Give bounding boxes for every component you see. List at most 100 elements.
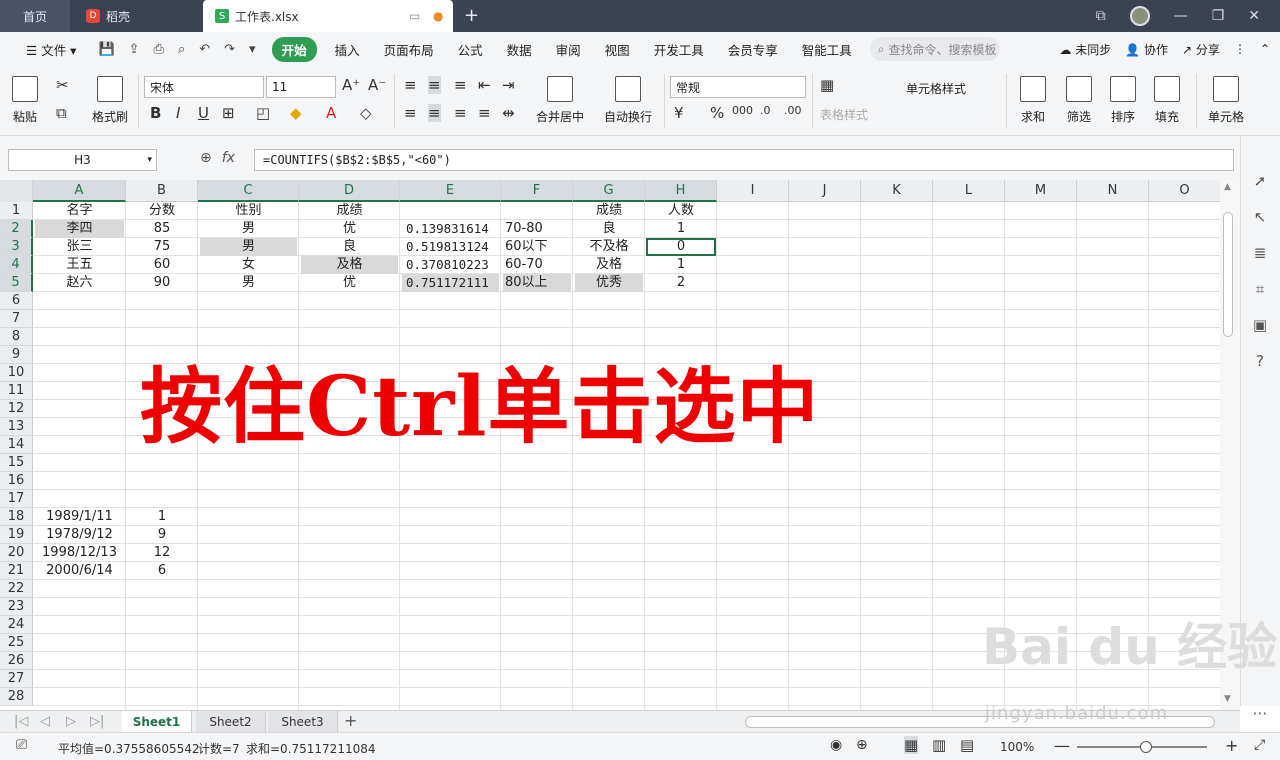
cell-E2[interactable]: 0.139831614 bbox=[402, 220, 499, 238]
row-header-12[interactable]: 12 bbox=[0, 400, 33, 418]
zoom-out-icon[interactable]: — bbox=[1054, 736, 1070, 755]
column-header-L[interactable]: L bbox=[933, 180, 1005, 202]
layout-icon[interactable]: ⊕ bbox=[856, 737, 868, 753]
italic-icon[interactable]: I bbox=[176, 104, 180, 122]
cell-B20[interactable]: 12 bbox=[128, 544, 196, 562]
row-header-9[interactable]: 9 bbox=[0, 346, 33, 364]
sync-button[interactable]: ☁ 未同步 bbox=[1059, 41, 1111, 58]
cell-B18[interactable]: 1 bbox=[128, 508, 196, 526]
increase-decimal-icon[interactable]: .0 bbox=[760, 104, 771, 117]
menu-review[interactable]: 审阅 bbox=[544, 40, 593, 59]
cell-C1[interactable]: 性别 bbox=[200, 202, 297, 220]
more-options-icon[interactable]: ⋮ bbox=[1234, 42, 1246, 56]
align-middle-icon[interactable]: ≡ bbox=[428, 76, 441, 94]
sheet-tab-1[interactable]: Sheet1 bbox=[122, 711, 192, 733]
thousands-icon[interactable]: 000 bbox=[732, 104, 753, 117]
formula-input[interactable]: =COUNTIFS($B$2:$B$5,"<60") bbox=[254, 149, 1234, 171]
sum-button[interactable]: 求和 bbox=[1020, 76, 1046, 125]
cell-B4[interactable]: 60 bbox=[128, 256, 196, 274]
preview-icon[interactable]: ⌕ bbox=[178, 42, 185, 57]
eye-icon[interactable]: ◉ bbox=[830, 737, 842, 753]
copy-icon[interactable]: ⧉ bbox=[56, 104, 67, 122]
font-color-icon[interactable]: A bbox=[326, 104, 336, 122]
row-header-10[interactable]: 10 bbox=[0, 364, 33, 382]
cell-D3[interactable]: 良 bbox=[301, 238, 398, 256]
sort-button[interactable]: 排序 bbox=[1110, 76, 1136, 125]
close-icon[interactable]: ✕ bbox=[1248, 8, 1260, 24]
row-header-23[interactable]: 23 bbox=[0, 598, 33, 616]
column-header-M[interactable]: M bbox=[1005, 180, 1077, 202]
clear-icon[interactable]: ◇ bbox=[360, 104, 372, 122]
sheet-tab-2[interactable]: Sheet2 bbox=[196, 711, 266, 733]
grow-font-icon[interactable]: A⁺ bbox=[342, 76, 360, 94]
menu-insert[interactable]: 插入 bbox=[323, 40, 372, 59]
row-header-4[interactable]: 4 bbox=[0, 256, 33, 274]
fill-color-icon[interactable]: ◆ bbox=[290, 104, 302, 122]
fx-icon[interactable]: fx bbox=[222, 150, 235, 166]
print-icon[interactable]: ⎙ bbox=[154, 42, 164, 57]
collab-button[interactable]: 👤 协作 bbox=[1125, 41, 1168, 58]
cell-G5[interactable]: 优秀 bbox=[575, 274, 643, 292]
settings-sliders-icon[interactable]: ≣ bbox=[1251, 244, 1269, 262]
cell-B1[interactable]: 分数 bbox=[128, 202, 196, 220]
row-header-11[interactable]: 11 bbox=[0, 382, 33, 400]
column-header-G[interactable]: G bbox=[573, 180, 645, 202]
cell-style-button[interactable]: 单元格样式 bbox=[906, 80, 966, 97]
row-header-3[interactable]: 3 bbox=[0, 238, 33, 256]
fill-button[interactable]: 填充 bbox=[1154, 76, 1180, 125]
fullscreen-icon[interactable]: ⤢ bbox=[1254, 737, 1265, 753]
file-menu[interactable]: ☰ 文件 ▾ bbox=[14, 40, 88, 59]
cut-icon[interactable]: ✂ bbox=[56, 76, 69, 94]
row-header-1[interactable]: 1 bbox=[0, 202, 33, 220]
scroll-down-icon[interactable]: ▼ bbox=[1224, 694, 1231, 704]
paste-button[interactable]: 粘贴 bbox=[12, 76, 38, 125]
cell-B2[interactable]: 85 bbox=[128, 220, 196, 238]
menu-developer[interactable]: 开发工具 bbox=[642, 40, 716, 59]
row-header-21[interactable]: 21 bbox=[0, 562, 33, 580]
column-header-O[interactable]: O bbox=[1149, 180, 1220, 202]
page-break-icon[interactable]: ▤ bbox=[960, 736, 974, 754]
row-header-22[interactable]: 22 bbox=[0, 580, 33, 598]
align-bottom-icon[interactable]: ≡ bbox=[454, 76, 467, 94]
outdent-icon[interactable]: ⇥ bbox=[502, 76, 515, 94]
row-header-20[interactable]: 20 bbox=[0, 544, 33, 562]
column-header-I[interactable]: I bbox=[717, 180, 789, 202]
cell-B5[interactable]: 90 bbox=[128, 274, 196, 292]
menu-smart-tools[interactable]: 智能工具 bbox=[790, 40, 864, 59]
table-style-button[interactable]: 表格样式 bbox=[820, 106, 868, 123]
monitor-icon[interactable]: ▭ bbox=[409, 9, 420, 23]
border-icon[interactable]: ⊞ bbox=[222, 104, 235, 122]
cell-C4[interactable]: 女 bbox=[200, 256, 297, 274]
column-header-F[interactable]: F bbox=[501, 180, 573, 202]
menu-data[interactable]: 数据 bbox=[495, 40, 544, 59]
row-header-16[interactable]: 16 bbox=[0, 472, 33, 490]
align-top-icon[interactable]: ≡ bbox=[404, 76, 417, 94]
justify-icon[interactable]: ≡ bbox=[478, 104, 491, 122]
shrink-font-icon[interactable]: A⁻ bbox=[368, 76, 386, 94]
zoom-formula-icon[interactable]: ⊕ bbox=[200, 150, 212, 166]
cell-A18[interactable]: 1989/1/11 bbox=[35, 508, 124, 526]
add-sheet-icon[interactable]: + bbox=[344, 711, 357, 730]
rocket-icon[interactable]: ➚ bbox=[1251, 172, 1269, 190]
command-search-input[interactable]: ⌕ 查找命令、搜索模板 bbox=[869, 37, 1000, 61]
column-header-H[interactable]: H bbox=[645, 180, 717, 202]
row-header-13[interactable]: 13 bbox=[0, 418, 33, 436]
row-header-24[interactable]: 24 bbox=[0, 616, 33, 634]
align-right-icon[interactable]: ≡ bbox=[454, 104, 467, 122]
cell-G4[interactable]: 及格 bbox=[575, 256, 643, 274]
next-sheet-icon[interactable]: ▷ bbox=[66, 714, 76, 729]
cell-A5[interactable]: 赵六 bbox=[35, 274, 124, 292]
tab-home[interactable]: 首页 bbox=[0, 0, 70, 32]
cell-A2[interactable]: 李四 bbox=[35, 220, 124, 238]
redo-icon[interactable]: ↷ bbox=[224, 42, 235, 57]
row-header-26[interactable]: 26 bbox=[0, 652, 33, 670]
column-header-A[interactable]: A bbox=[33, 180, 126, 202]
row-header-7[interactable]: 7 bbox=[0, 310, 33, 328]
decrease-decimal-icon[interactable]: .00 bbox=[784, 104, 802, 117]
cell-F4[interactable]: 60-70 bbox=[503, 256, 571, 274]
row-header-14[interactable]: 14 bbox=[0, 436, 33, 454]
cell-G1[interactable]: 成绩 bbox=[575, 202, 643, 220]
more-dots-icon[interactable]: ⋯ bbox=[1251, 704, 1269, 722]
select-all-corner[interactable] bbox=[0, 180, 33, 202]
scroll-up-icon[interactable]: ▲ bbox=[1224, 182, 1231, 192]
